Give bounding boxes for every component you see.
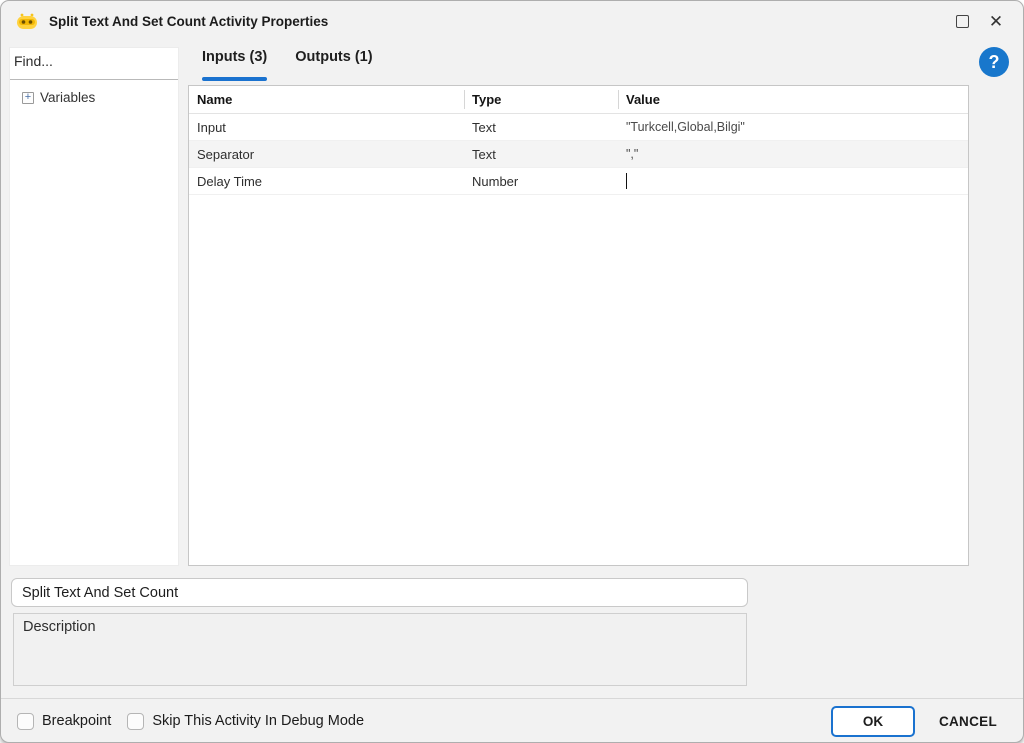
activity-properties-dialog: Split Text And Set Count Activity Proper… [0, 0, 1024, 743]
expand-plus-icon[interactable]: + [22, 91, 34, 104]
tab-bar: Inputs (3) Outputs (1) [188, 49, 387, 83]
description-textarea[interactable] [13, 613, 747, 686]
cancel-button[interactable]: CANCEL [929, 708, 1007, 735]
ok-button[interactable]: OK [830, 705, 915, 737]
row-type-cell: Text [472, 119, 496, 135]
table-row-separator[interactable]: Separator Text "," [189, 141, 968, 168]
column-header-value[interactable]: Value [618, 92, 968, 107]
row-type-cell: Number [472, 173, 519, 189]
skip-debug-checkbox-group[interactable]: Skip This Activity In Debug Mode [127, 712, 365, 730]
help-button[interactable]: ? [979, 47, 1009, 77]
header-separator [464, 90, 465, 109]
window-title: Split Text And Set Count Activity Proper… [49, 13, 329, 29]
tab-inputs[interactable]: Inputs (3) [188, 49, 281, 83]
maximize-button[interactable] [945, 6, 979, 36]
question-mark-icon: ? [988, 51, 1000, 72]
variables-tree: + Variables [10, 80, 178, 105]
breakpoint-checkbox[interactable] [17, 712, 34, 730]
row-name-cell: Delay Time [197, 173, 263, 189]
skip-debug-label: Skip This Activity In Debug Mode [152, 713, 365, 729]
inputs-table: Name Type Value Input Text "Turkcell,Glo… [188, 85, 969, 566]
tree-item-variables[interactable]: + Variables [22, 90, 178, 105]
titlebar: Split Text And Set Count Activity Proper… [1, 1, 1023, 41]
close-button[interactable]: ✕ [979, 6, 1013, 36]
tree-item-label: Variables [40, 90, 96, 105]
row-name-cell: Separator [197, 146, 255, 162]
breakpoint-checkbox-group[interactable]: Breakpoint [17, 712, 112, 730]
column-header-type[interactable]: Type [464, 92, 618, 107]
table-row-input[interactable]: Input Text "Turkcell,Global,Bilgi" [189, 114, 968, 141]
header-separator [618, 90, 619, 109]
table-row-delay-time[interactable]: Delay Time Number [189, 168, 968, 195]
row-value-cell[interactable]: "Turkcell,Global,Bilgi" [618, 120, 968, 134]
row-value-cell[interactable] [618, 173, 968, 189]
breakpoint-label: Breakpoint [42, 713, 112, 729]
skip-debug-checkbox[interactable] [127, 712, 145, 730]
row-value-cell[interactable]: "," [618, 147, 968, 161]
variables-panel: + Variables [9, 47, 179, 566]
tab-outputs[interactable]: Outputs (1) [281, 49, 386, 83]
robot-app-icon [17, 13, 37, 29]
activity-name-input[interactable] [11, 578, 748, 607]
row-type-cell: Text [472, 146, 496, 162]
maximize-icon [955, 14, 969, 28]
row-name-cell: Input [197, 119, 226, 135]
close-icon: ✕ [988, 11, 1004, 31]
tab-inputs-label: Inputs (3) [202, 49, 268, 65]
table-header: Name Type Value [189, 86, 968, 114]
find-input[interactable] [10, 48, 178, 80]
text-cursor [626, 173, 627, 189]
column-header-name[interactable]: Name [189, 92, 464, 107]
tab-outputs-label: Outputs (1) [295, 49, 373, 65]
footer-bar: Breakpoint Skip This Activity In Debug M… [1, 698, 1023, 742]
